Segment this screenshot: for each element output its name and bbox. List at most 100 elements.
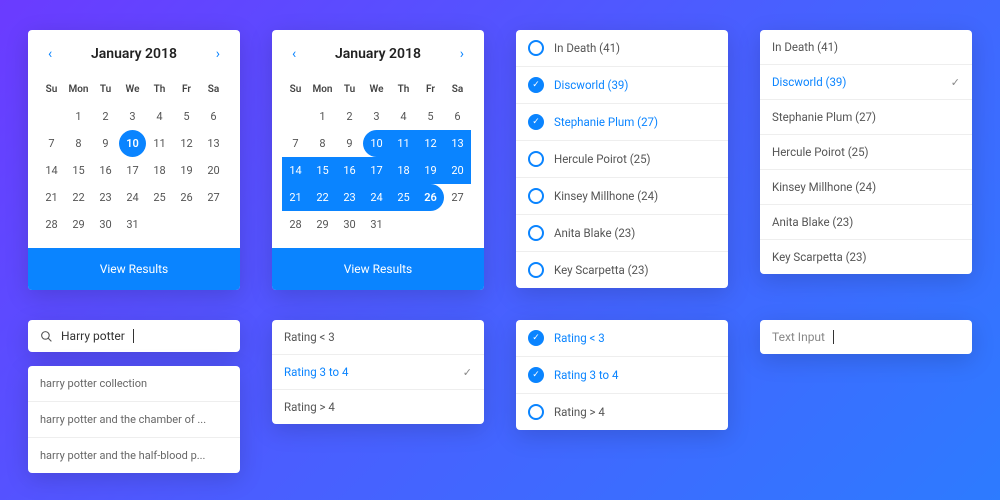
calendar-day[interactable]: 31 [119, 211, 146, 238]
calendar-day[interactable]: 14 [38, 157, 65, 184]
calendar-day[interactable]: 4 [390, 103, 417, 130]
calendar-day[interactable]: 21 [38, 184, 65, 211]
calendar-day[interactable]: 26 [173, 184, 200, 211]
calendar-day[interactable]: 10 [363, 130, 390, 157]
list-item[interactable]: Stephanie Plum (27) [516, 104, 728, 141]
calendar-day[interactable]: 18 [146, 157, 173, 184]
calendar-day[interactable]: 24 [119, 184, 146, 211]
calendar-day[interactable]: 23 [336, 184, 363, 211]
calendar-day[interactable]: 31 [363, 211, 390, 238]
calendar-day[interactable]: 15 [65, 157, 92, 184]
calendar-day[interactable]: 8 [65, 130, 92, 157]
calendar-day[interactable]: 19 [173, 157, 200, 184]
calendar-day[interactable]: 14 [282, 157, 309, 184]
calendar-day[interactable]: 12 [173, 130, 200, 157]
view-results-button[interactable]: View Results [28, 248, 240, 290]
calendar-day[interactable]: 29 [65, 211, 92, 238]
text-input[interactable]: Text Input [760, 320, 972, 354]
calendar-day[interactable]: 16 [336, 157, 363, 184]
list-item[interactable]: Discworld (39)✓ [760, 65, 972, 100]
calendar-day[interactable]: 13 [444, 130, 471, 157]
calendar-day[interactable]: 13 [200, 130, 227, 157]
calendar-day[interactable]: 30 [92, 211, 119, 238]
list-item[interactable]: Key Scarpetta (23) [516, 252, 728, 288]
text-cursor [133, 329, 134, 343]
list-item[interactable]: Discworld (39) [516, 67, 728, 104]
list-item[interactable]: Rating 3 to 4 [516, 357, 728, 394]
next-month-button[interactable]: › [456, 44, 468, 64]
check-icon [528, 114, 544, 130]
list-item[interactable]: Rating > 4 [272, 390, 484, 424]
check-icon [528, 367, 544, 383]
suggestion-item[interactable]: harry potter collection [28, 366, 240, 402]
calendar-day[interactable]: 11 [390, 130, 417, 157]
calendar-day[interactable]: 26 [417, 184, 444, 211]
calendar-day[interactable]: 18 [390, 157, 417, 184]
calendar-day[interactable]: 12 [417, 130, 444, 157]
list-item[interactable]: Rating < 3 [272, 320, 484, 355]
calendar-day[interactable]: 2 [336, 103, 363, 130]
list-item[interactable]: Key Scarpetta (23) [760, 240, 972, 274]
calendar-day[interactable]: 25 [146, 184, 173, 211]
calendar-day[interactable]: 20 [444, 157, 471, 184]
calendar-day[interactable]: 28 [38, 211, 65, 238]
prev-month-button[interactable]: ‹ [44, 44, 56, 64]
list-item[interactable]: Hercule Poirot (25) [516, 141, 728, 178]
calendar-day[interactable]: 23 [92, 184, 119, 211]
suggestion-item[interactable]: harry potter and the half-blood p... [28, 438, 240, 473]
calendar-day[interactable]: 15 [309, 157, 336, 184]
list-item[interactable]: In Death (41) [516, 30, 728, 67]
calendar-day[interactable]: 16 [92, 157, 119, 184]
calendar-day[interactable]: 28 [282, 211, 309, 238]
calendar-day[interactable]: 17 [363, 157, 390, 184]
list-item[interactable]: Rating > 4 [516, 394, 728, 430]
list-item[interactable]: Kinsey Millhone (24) [516, 178, 728, 215]
calendar-day[interactable]: 7 [282, 130, 309, 157]
calendar-day[interactable]: 7 [38, 130, 65, 157]
calendar-day[interactable]: 4 [146, 103, 173, 130]
calendar-day[interactable]: 3 [363, 103, 390, 130]
list-item[interactable]: Stephanie Plum (27) [760, 100, 972, 135]
list-item[interactable]: Anita Blake (23) [760, 205, 972, 240]
view-results-button[interactable]: View Results [272, 248, 484, 290]
list-item[interactable]: In Death (41) [760, 30, 972, 65]
calendar-day[interactable]: 20 [200, 157, 227, 184]
calendar-day[interactable]: 19 [417, 157, 444, 184]
dow-header: Su [282, 76, 309, 103]
calendar-day[interactable]: 27 [200, 184, 227, 211]
calendar-day[interactable]: 10 [119, 130, 146, 157]
calendar-day[interactable]: 9 [92, 130, 119, 157]
calendar-day[interactable]: 11 [146, 130, 173, 157]
prev-month-button[interactable]: ‹ [288, 44, 300, 64]
calendar-day[interactable]: 27 [444, 184, 471, 211]
calendar-day[interactable]: 25 [390, 184, 417, 211]
calendar-day[interactable]: 21 [282, 184, 309, 211]
calendar-day[interactable]: 9 [336, 130, 363, 157]
dow-header: Th [146, 76, 173, 103]
calendar-day[interactable]: 24 [363, 184, 390, 211]
calendar-day[interactable]: 30 [336, 211, 363, 238]
suggestion-item[interactable]: harry potter and the chamber of ... [28, 402, 240, 438]
list-item[interactable]: Kinsey Millhone (24) [760, 170, 972, 205]
calendar-day[interactable]: 3 [119, 103, 146, 130]
calendar-day[interactable]: 5 [417, 103, 444, 130]
search-input[interactable]: Harry potter [28, 320, 240, 352]
calendar-day[interactable]: 1 [65, 103, 92, 130]
calendar-day[interactable]: 8 [309, 130, 336, 157]
calendar-day[interactable]: 17 [119, 157, 146, 184]
next-month-button[interactable]: › [212, 44, 224, 64]
list-item[interactable]: Hercule Poirot (25) [760, 135, 972, 170]
text-cursor [833, 330, 834, 344]
calendar-day[interactable]: 29 [309, 211, 336, 238]
calendar-day[interactable]: 6 [444, 103, 471, 130]
calendar-day[interactable]: 1 [309, 103, 336, 130]
list-item[interactable]: Rating 3 to 4✓ [272, 355, 484, 390]
calendar-day[interactable]: 22 [309, 184, 336, 211]
calendar-day[interactable]: 6 [200, 103, 227, 130]
list-item[interactable]: Anita Blake (23) [516, 215, 728, 252]
dow-header: Mon [309, 76, 336, 103]
calendar-day[interactable]: 22 [65, 184, 92, 211]
calendar-day[interactable]: 2 [92, 103, 119, 130]
list-item[interactable]: Rating < 3 [516, 320, 728, 357]
calendar-day[interactable]: 5 [173, 103, 200, 130]
